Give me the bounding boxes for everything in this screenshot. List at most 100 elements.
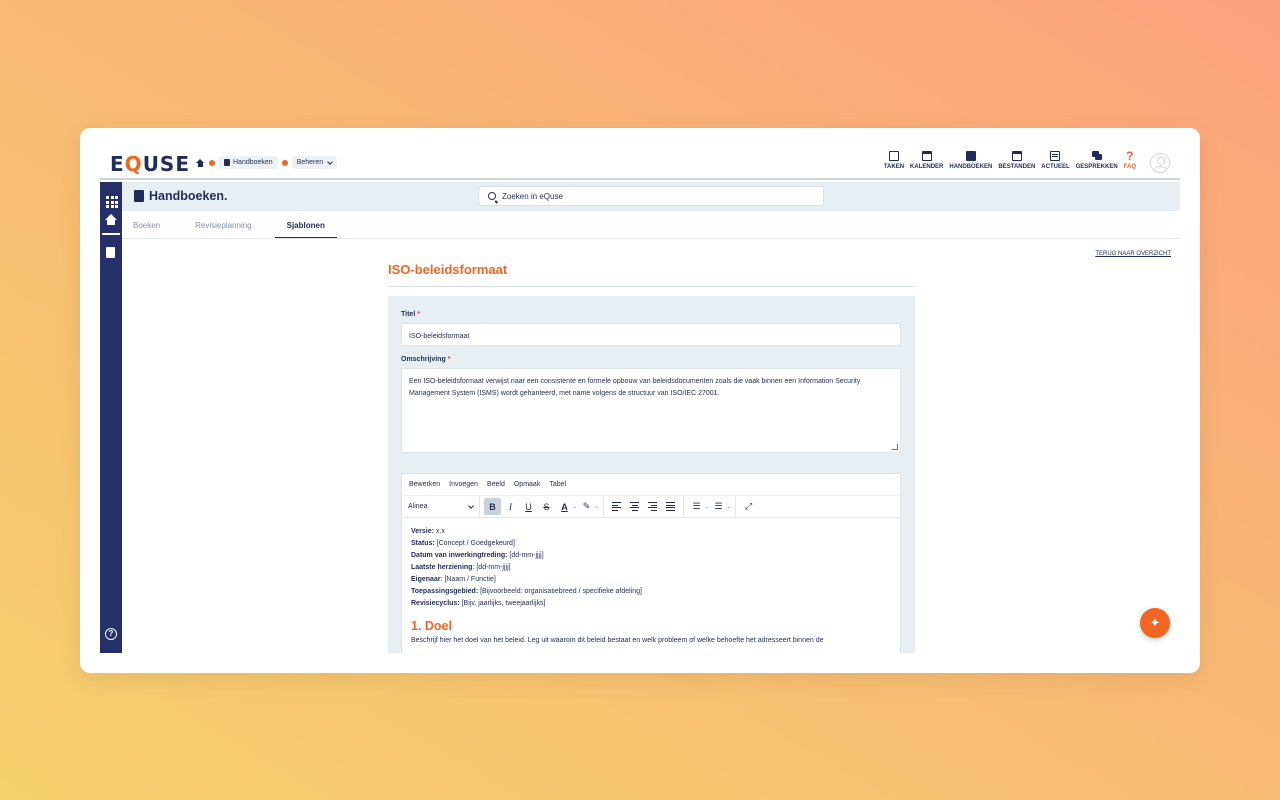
- page-title: ISO-beleidsformaat: [388, 262, 508, 277]
- breadcrumb-beheren-dropdown[interactable]: Beheren: [291, 156, 338, 169]
- nav-taken-label: TAKEN: [883, 164, 905, 170]
- sparkle-icon: ✦: [1149, 615, 1161, 630]
- nav-handboeken-label: HANDBOEKEN: [949, 164, 993, 170]
- search-input[interactable]: Zoeken in eQuse: [478, 186, 824, 206]
- menu-invoegen[interactable]: Invoegen: [449, 481, 478, 488]
- underline-button[interactable]: U: [520, 498, 537, 515]
- description-text: Een ISO-beleidsformaat verwijst naar een…: [409, 378, 861, 397]
- title-label-text: Titel: [401, 311, 416, 318]
- book-icon: [224, 159, 230, 166]
- archive-icon: [1011, 151, 1022, 161]
- breadcrumb-handboeken-label: Handboeken: [233, 159, 273, 166]
- align-right-icon[interactable]: [644, 498, 661, 515]
- module-title-label: Handboeken.: [149, 189, 228, 203]
- description-textarea[interactable]: Een ISO-beleidsformaat verwijst naar een…: [401, 368, 901, 453]
- ai-assistant-button[interactable]: ✦: [1140, 608, 1170, 638]
- nav-kalender-label: KALENDER: [910, 164, 944, 170]
- editor-content[interactable]: Versie: x.x Status: [Concept / Goedgekeu…: [402, 518, 900, 653]
- chevron-down-icon[interactable]: ⌄: [572, 503, 577, 510]
- align-center-icon[interactable]: [626, 498, 643, 515]
- apps-grid-icon[interactable]: [104, 194, 118, 208]
- equse-logo[interactable]: EQUSE: [110, 152, 190, 176]
- chevron-down-icon[interactable]: ⌄: [594, 503, 599, 510]
- nav-actueel-label: ACTUEEL: [1041, 164, 1070, 170]
- nav-faq[interactable]: ? FAQ: [1123, 150, 1136, 170]
- sidebar-active-indicator: [102, 233, 120, 235]
- menu-opmaak[interactable]: Opmaak: [514, 481, 540, 488]
- nav-actueel[interactable]: ACTUEEL: [1041, 151, 1070, 170]
- app-frame: EQUSE Handboeken Beheren TAKEN KALENDER …: [100, 148, 1180, 653]
- italic-button[interactable]: I: [502, 498, 519, 515]
- text-color-button[interactable]: A: [556, 498, 573, 515]
- bullet-list-icon[interactable]: ☰: [710, 498, 727, 515]
- nav-bestanden[interactable]: BESTANDEN: [998, 151, 1035, 170]
- breadcrumb: Handboeken Beheren: [196, 156, 338, 169]
- home-icon[interactable]: [196, 158, 205, 167]
- menu-tabel[interactable]: Tabel: [549, 481, 566, 488]
- editor-toolbar: Alinea B I U S A ⌄ ✎ ⌄ ☰ ⌄ ☰ ⌄ ⤢: [402, 495, 900, 518]
- menu-bewerken[interactable]: Bewerken: [409, 481, 440, 488]
- align-left-icon[interactable]: [608, 498, 625, 515]
- module-header: Handboeken. Zoeken in eQuse: [122, 182, 1180, 211]
- nav-bestanden-label: BESTANDEN: [998, 164, 1036, 170]
- nav-taken[interactable]: TAKEN: [884, 151, 904, 170]
- user-avatar[interactable]: [1150, 153, 1170, 173]
- sidebar-home-icon[interactable]: [104, 214, 118, 228]
- section-paragraph: Beschrijf hier het doel van het beleid. …: [411, 637, 824, 644]
- sidebar-book-icon[interactable]: [104, 246, 118, 260]
- description-label-text: Omschrijving: [401, 356, 446, 363]
- meta-status: Status: [Concept / Goedgekeurd]: [411, 540, 515, 547]
- list-group: ☰ ⌄ ☰ ⌄: [684, 495, 737, 518]
- search-icon: [488, 192, 496, 200]
- chevron-down-icon: [327, 158, 334, 165]
- strikethrough-button[interactable]: S: [538, 498, 555, 515]
- meta-laatste-herziening: Laatste herziening: [dd-mm-jjjj]: [411, 564, 511, 571]
- align-justify-icon[interactable]: [662, 498, 679, 515]
- top-navigation: TAKEN KALENDER HANDBOEKEN BESTANDEN ACTU…: [884, 150, 1136, 170]
- editor-menubar: Bewerken Invoegen Beeld Opmaak Tabel: [402, 474, 900, 496]
- numbered-list-icon[interactable]: ☰: [688, 498, 705, 515]
- breadcrumb-handboeken[interactable]: Handboeken: [219, 156, 278, 169]
- meta-revisiecyclus: Revisiecyclus: [Bijv. jaarlijks, tweejaa…: [411, 600, 546, 607]
- format-group: B I U S A ⌄ ✎ ⌄: [480, 495, 605, 518]
- fullscreen-icon[interactable]: ⤢: [740, 498, 757, 515]
- help-icon[interactable]: ?: [105, 628, 117, 640]
- calendar-icon: [921, 151, 932, 161]
- news-icon: [1050, 151, 1061, 161]
- highlight-icon[interactable]: ✎: [578, 498, 595, 515]
- chevron-down-icon: [468, 502, 474, 509]
- nav-gesprekken[interactable]: GESPREKKEN: [1076, 151, 1118, 170]
- sidebar: ?: [100, 182, 122, 653]
- view-group: ⤢: [736, 496, 761, 518]
- meta-eigenaar: Eigenaar: [Naam / Functie]: [411, 576, 496, 583]
- chevron-down-icon[interactable]: ⌄: [704, 503, 709, 510]
- book-icon: [965, 151, 976, 161]
- app-window: EQUSE Handboeken Beheren TAKEN KALENDER …: [80, 128, 1200, 673]
- book-icon: [134, 190, 144, 202]
- bold-button[interactable]: B: [484, 498, 501, 515]
- block-format-value: Alinea: [408, 503, 428, 510]
- tab-boeken[interactable]: Boeken: [133, 211, 172, 238]
- nav-handboeken[interactable]: HANDBOEKEN: [949, 151, 992, 170]
- tab-sjablonen[interactable]: Sjablonen: [274, 211, 337, 238]
- top-bar: EQUSE Handboeken Beheren TAKEN KALENDER …: [100, 148, 1180, 180]
- rich-text-editor: Bewerken Invoegen Beeld Opmaak Tabel Ali…: [401, 473, 901, 653]
- align-group: [604, 495, 685, 518]
- nav-kalender[interactable]: KALENDER: [910, 151, 943, 170]
- tab-bar: Boeken Revisieplanning Sjablonen: [122, 211, 1180, 239]
- back-to-overview-link[interactable]: TERUG NAAR OVERZICHT: [1095, 251, 1171, 257]
- title-field[interactable]: ISO-beleidsformaat: [401, 323, 901, 346]
- clipboard-icon: [888, 151, 899, 161]
- description-label: Omschrijving *: [401, 356, 450, 363]
- chevron-down-icon[interactable]: ⌄: [726, 503, 731, 510]
- menu-beeld[interactable]: Beeld: [487, 481, 505, 488]
- tab-revisieplanning[interactable]: Revisieplanning: [195, 211, 263, 238]
- required-mark: *: [447, 356, 451, 363]
- resize-handle-icon[interactable]: [892, 444, 898, 450]
- meta-versie: Versie: x.x: [411, 528, 445, 535]
- block-format-select[interactable]: Alinea: [402, 495, 480, 518]
- nav-faq-label: FAQ: [1123, 164, 1136, 170]
- search-placeholder: Zoeken in eQuse: [502, 191, 563, 201]
- breadcrumb-separator-icon: [209, 159, 215, 166]
- nav-gesprekken-label: GESPREKKEN: [1075, 164, 1118, 170]
